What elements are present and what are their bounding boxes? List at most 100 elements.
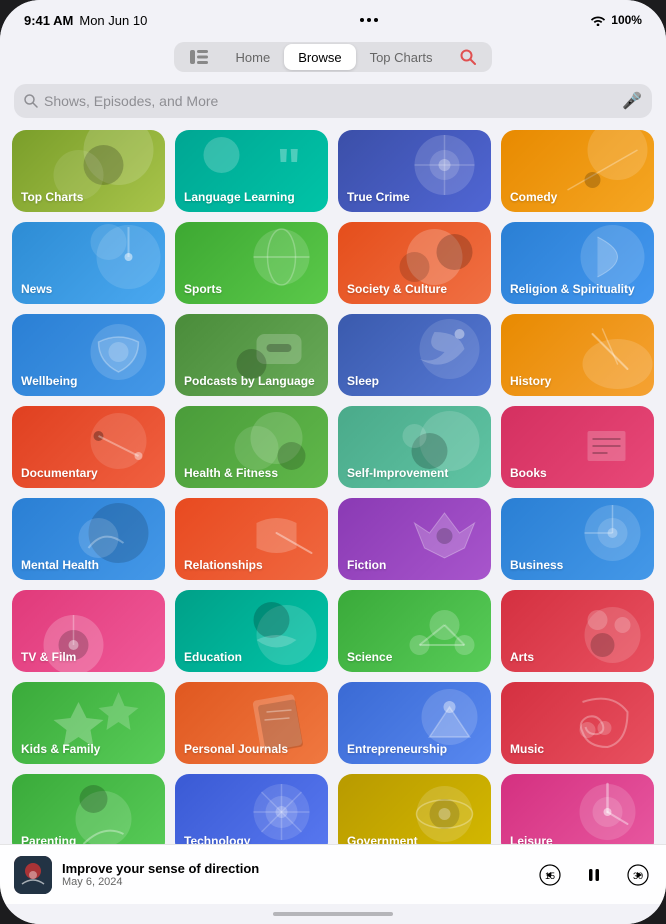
category-education[interactable]: Education	[175, 590, 328, 672]
category-fiction[interactable]: Fiction	[338, 498, 491, 580]
category-label: Leisure	[510, 834, 553, 844]
category-label: Fiction	[347, 558, 386, 572]
dot2	[367, 18, 371, 22]
category-music[interactable]: Music	[501, 682, 654, 764]
category-relationships[interactable]: Relationships	[175, 498, 328, 580]
rewind-button[interactable]: 15	[536, 861, 564, 889]
home-label: Home	[236, 50, 271, 65]
category-science[interactable]: Science	[338, 590, 491, 672]
search-placeholder: Shows, Episodes, and More	[44, 93, 616, 109]
mini-player-info: Improve your sense of direction May 6, 2…	[62, 861, 526, 888]
category-news[interactable]: News	[12, 222, 165, 304]
category-sleep[interactable]: Sleep	[338, 314, 491, 396]
mini-player-date: May 6, 2024	[62, 876, 526, 888]
mini-player[interactable]: Improve your sense of direction May 6, 2…	[0, 844, 666, 904]
category-label: News	[21, 282, 52, 296]
home-indicator	[0, 904, 666, 924]
category-label: Education	[184, 650, 242, 664]
category-personal-journals[interactable]: Personal Journals	[175, 682, 328, 764]
category-religion-spirituality[interactable]: Religion & Spirituality	[501, 222, 654, 304]
category-label: Sports	[184, 282, 222, 296]
category-top-charts[interactable]: Top Charts	[12, 130, 165, 212]
nav-browse-button[interactable]: Browse	[284, 44, 355, 70]
category-government[interactable]: Government	[338, 774, 491, 844]
sidebar-icon	[190, 50, 208, 64]
grid-container: Top Charts " Language Learning True Crim…	[0, 126, 666, 844]
category-mental-health[interactable]: Mental Health	[12, 498, 165, 580]
category-label: History	[510, 374, 551, 388]
category-history[interactable]: History	[501, 314, 654, 396]
nav-sidebar-button[interactable]	[176, 44, 222, 70]
nav-top-charts-button[interactable]: Top Charts	[356, 44, 447, 70]
category-documentary[interactable]: Documentary	[12, 406, 165, 488]
search-nav-icon	[460, 49, 476, 65]
nav-segment: Home Browse Top Charts	[174, 42, 493, 72]
browse-label: Browse	[298, 50, 341, 65]
dot1	[360, 18, 364, 22]
category-label: Mental Health	[21, 558, 99, 572]
category-label: Relationships	[184, 558, 263, 572]
category-kids-family[interactable]: Kids & Family	[12, 682, 165, 764]
category-entrepreneurship[interactable]: Entrepreneurship	[338, 682, 491, 764]
svg-text:": "	[277, 139, 302, 197]
category-label: Music	[510, 742, 544, 756]
pause-button[interactable]	[580, 861, 608, 889]
category-label: Entrepreneurship	[347, 742, 447, 756]
status-bar: 9:41 AM Mon Jun 10 100%	[0, 0, 666, 36]
category-books[interactable]: Books	[501, 406, 654, 488]
category-language-learning[interactable]: " Language Learning	[175, 130, 328, 212]
category-label: Top Charts	[21, 190, 83, 204]
category-label: Kids & Family	[21, 742, 100, 756]
search-bar-container: Shows, Episodes, and More 🎤	[0, 78, 666, 126]
category-label: Personal Journals	[184, 742, 288, 756]
category-label: Health & Fitness	[184, 466, 278, 480]
category-wellbeing[interactable]: Wellbeing	[12, 314, 165, 396]
category-label: Arts	[510, 650, 534, 664]
category-tv-film[interactable]: TV & Film	[12, 590, 165, 672]
category-leisure[interactable]: Leisure	[501, 774, 654, 844]
category-self-improvement[interactable]: Self-Improvement	[338, 406, 491, 488]
device-frame: 9:41 AM Mon Jun 10 100%	[0, 0, 666, 924]
category-technology[interactable]: Technology	[175, 774, 328, 844]
nav-home-button[interactable]: Home	[222, 44, 285, 70]
category-label: Society & Culture	[347, 282, 447, 296]
category-comedy[interactable]: Comedy	[501, 130, 654, 212]
category-podcasts-by-language[interactable]: Podcasts by Language	[175, 314, 328, 396]
mini-player-controls: 15 30	[536, 861, 652, 889]
category-label: Business	[510, 558, 563, 572]
category-business[interactable]: Business	[501, 498, 654, 580]
top-charts-nav-label: Top Charts	[370, 50, 433, 65]
category-society-culture[interactable]: Society & Culture	[338, 222, 491, 304]
status-time: 9:41 AM	[24, 13, 73, 28]
status-date: Mon Jun 10	[79, 13, 147, 28]
category-label: Technology	[184, 834, 250, 844]
nav-search-button[interactable]	[446, 44, 490, 70]
category-label: Government	[347, 834, 418, 844]
wifi-icon	[590, 14, 606, 26]
status-dots	[360, 18, 378, 22]
search-bar[interactable]: Shows, Episodes, and More 🎤	[14, 84, 652, 118]
mini-player-title: Improve your sense of direction	[62, 861, 526, 876]
category-parenting[interactable]: Parenting	[12, 774, 165, 844]
category-health-fitness[interactable]: Health & Fitness	[175, 406, 328, 488]
microphone-icon[interactable]: 🎤	[622, 91, 642, 111]
category-label: Wellbeing	[21, 374, 77, 388]
category-label: Parenting	[21, 834, 76, 844]
status-icons: 100%	[590, 13, 642, 27]
battery-icon: 100%	[611, 13, 642, 27]
categories-grid: Top Charts " Language Learning True Crim…	[12, 130, 654, 844]
category-label: Sleep	[347, 374, 379, 388]
category-label: Comedy	[510, 190, 557, 204]
category-label: Language Learning	[184, 190, 295, 204]
category-arts[interactable]: Arts	[501, 590, 654, 672]
category-label: Documentary	[21, 466, 98, 480]
category-sports[interactable]: Sports	[175, 222, 328, 304]
category-true-crime[interactable]: True Crime	[338, 130, 491, 212]
forward-button[interactable]: 30	[624, 861, 652, 889]
category-label: Religion & Spirituality	[510, 282, 635, 296]
search-icon	[24, 94, 38, 108]
dot3	[374, 18, 378, 22]
category-label: Books	[510, 466, 547, 480]
home-indicator-bar	[273, 912, 393, 916]
nav-bar: Home Browse Top Charts	[0, 36, 666, 78]
